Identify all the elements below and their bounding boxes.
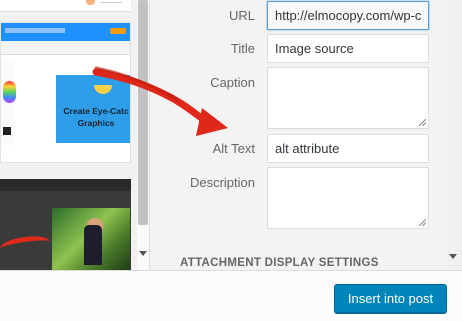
- thumbnail-toolbar: [1, 41, 130, 55]
- resize-grip-icon[interactable]: [419, 219, 426, 226]
- scroll-down-arrow-icon[interactable]: [139, 251, 147, 256]
- thumbnail-caption: Create Eye-Catc Graphics: [63, 106, 129, 128]
- thumbnail-menu-bar: [0, 179, 131, 191]
- scroll-down-arrow-icon[interactable]: [449, 254, 457, 259]
- thumbnail-graphic-card: Create Eye-Catc Graphics: [56, 75, 130, 143]
- modal-footer-toolbar: Insert into post: [0, 270, 462, 321]
- thumbnail-bar-text: [5, 28, 65, 33]
- title-label: Title: [230, 41, 255, 56]
- thumbnail-photo-subject: [84, 225, 102, 265]
- alt-text-field[interactable]: alt attribute: [267, 134, 429, 163]
- thumbnail-red-swoosh: [0, 233, 51, 257]
- thumbnail-accent: [86, 0, 95, 5]
- details-scrollbar[interactable]: [447, 0, 462, 270]
- media-grid-scrollbar[interactable]: [137, 0, 149, 270]
- url-field[interactable]: http://elmocopy.com/wp-c: [267, 1, 429, 30]
- url-label: URL: [228, 8, 255, 23]
- thumbnail-bar-tag: [110, 28, 126, 34]
- media-thumbnail-selected[interactable]: Create Eye-Catc Graphics: [0, 22, 131, 163]
- caption-label: Caption: [210, 75, 255, 90]
- description-field[interactable]: [267, 167, 429, 229]
- media-thumbnail[interactable]: [0, 0, 131, 12]
- smiley-icon: [94, 85, 112, 94]
- description-label: Description: [189, 175, 255, 190]
- media-thumbnail[interactable]: [0, 179, 131, 270]
- attachment-details-panel: URL http://elmocopy.com/wp-c Title Image…: [149, 0, 447, 270]
- thumbnail-line: [100, 2, 122, 3]
- caption-field[interactable]: [267, 67, 429, 129]
- media-library-grid: Create Eye-Catc Graphics: [0, 0, 137, 270]
- insert-into-post-button[interactable]: Insert into post: [334, 284, 447, 314]
- title-field[interactable]: Image source: [267, 34, 429, 63]
- scrollbar-thumb[interactable]: [138, 0, 148, 225]
- color-wheel-icon: [3, 81, 16, 103]
- thumbnail-app-bar: [1, 23, 130, 41]
- media-modal: Create Eye-Catc Graphics URL http://elmo…: [0, 0, 462, 321]
- attachment-display-settings-heading: ATTACHMENT DISPLAY SETTINGS: [180, 257, 379, 269]
- resize-grip-icon[interactable]: [419, 119, 426, 126]
- color-swatch-icon: [3, 127, 11, 135]
- alt-text-label: Alt Text: [212, 141, 255, 156]
